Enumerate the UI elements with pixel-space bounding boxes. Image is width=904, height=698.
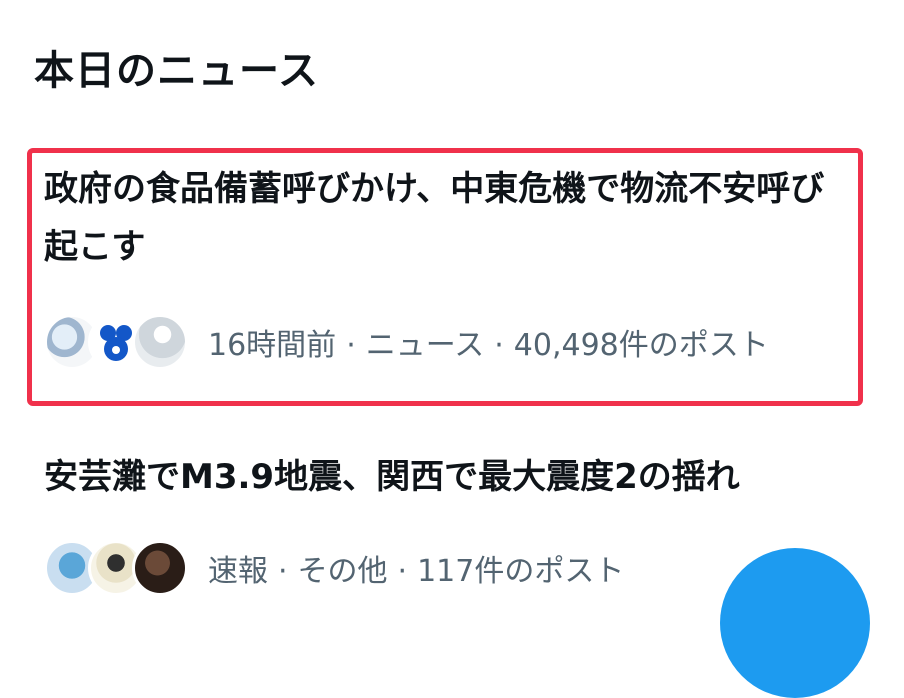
news-headline[interactable]: 安芸灘でM3.9地震、関西で最大震度2の揺れ [44,448,844,506]
avatar-stack [44,540,188,596]
section-title: 本日のニュース [34,48,319,94]
separator: · [346,328,356,363]
separator: · [494,328,504,363]
meta-text: 速報 · その他 · 117件のポスト [208,546,624,590]
news-time: 16時間前 [208,328,337,363]
avatar-stack [44,314,188,370]
news-meta: 速報 · その他 · 117件のポスト [44,540,624,596]
photo-avatar-icon [132,540,188,596]
news-time: 速報 [208,554,268,589]
compose-button[interactable] [720,548,870,698]
user-avatar-icon [132,314,188,370]
separator: · [278,554,288,589]
news-meta: 16時間前 · ニュース · 40,498件のポスト [44,314,769,370]
meta-text: 16時間前 · ニュース · 40,498件のポスト [208,320,769,364]
news-item[interactable]: 政府の食品備蓄呼びかけ、中東危機で物流不安呼び起こす 16時間前 · ニュース · 40… [0,148,904,410]
post-count: 40,498件のポスト [513,328,769,363]
news-category: その他 [297,554,388,589]
news-headline[interactable]: 政府の食品備蓄呼びかけ、中東危機で物流不安呼び起こす [44,160,844,276]
separator: · [397,554,408,589]
news-category: ニュース [365,328,485,363]
post-count: 117件のポスト [417,554,625,589]
